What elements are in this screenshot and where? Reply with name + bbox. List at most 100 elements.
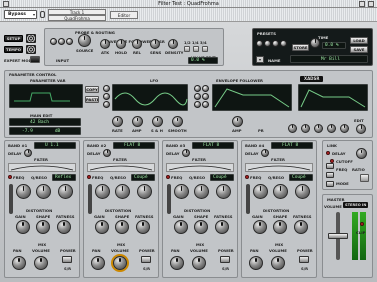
env-amp-knob[interactable] xyxy=(232,116,243,127)
band-mode-display[interactable]: Reflex xyxy=(52,174,76,181)
band-gain-knob[interactable] xyxy=(174,220,188,234)
band-power-switch[interactable] xyxy=(220,256,230,263)
band-power-switch[interactable] xyxy=(299,256,309,263)
band-freq-knob[interactable] xyxy=(253,184,268,199)
env-shape-icon[interactable] xyxy=(194,101,201,108)
lfo-rate-knob[interactable] xyxy=(112,116,123,127)
copy-button[interactable]: COPY xyxy=(85,86,99,93)
lfo-shape-icon[interactable] xyxy=(103,93,110,100)
link-freq-switch[interactable] xyxy=(326,181,334,187)
xadsr-knob-4[interactable] xyxy=(327,124,336,133)
band-freq-knob[interactable] xyxy=(174,184,189,199)
band-fatness-knob[interactable] xyxy=(215,220,229,234)
band-gain-knob[interactable] xyxy=(16,220,30,234)
lfo-shape-icon[interactable] xyxy=(103,101,110,108)
band-pan-knob[interactable] xyxy=(91,256,105,270)
band-reso-knob[interactable] xyxy=(194,184,209,199)
division-3-4-button[interactable] xyxy=(202,46,208,52)
band-delay-knob[interactable] xyxy=(103,149,111,157)
division-1-4-button[interactable] xyxy=(193,46,199,52)
band-fatness-knob[interactable] xyxy=(294,220,308,234)
zoom-icon[interactable] xyxy=(359,1,365,7)
band-mode-knob[interactable] xyxy=(137,184,152,199)
band-freq-knob[interactable] xyxy=(16,184,31,199)
band-volume-knob[interactable] xyxy=(192,256,206,270)
preset-slot-icon[interactable] xyxy=(280,40,287,47)
source-knob[interactable] xyxy=(78,34,91,47)
band-freq-knob[interactable] xyxy=(95,184,110,199)
band-pan-knob[interactable] xyxy=(249,256,263,270)
band-level-slider[interactable] xyxy=(246,184,250,214)
link-delay-switch[interactable] xyxy=(326,163,334,169)
band-gain-knob[interactable] xyxy=(253,220,267,234)
setup-button[interactable]: SETUP xyxy=(4,35,23,42)
band-fatness-knob[interactable] xyxy=(136,220,150,234)
plugin-selector[interactable]: QuadFrohma xyxy=(48,15,106,21)
master-volume-handle[interactable] xyxy=(328,233,348,239)
env-shape-icon[interactable] xyxy=(194,93,201,100)
xadsr-knob-5[interactable] xyxy=(340,124,349,133)
env-shape-icon[interactable] xyxy=(202,93,209,100)
preset-name-display[interactable]: Mr Bill xyxy=(290,55,368,63)
env-shape-icon[interactable] xyxy=(202,101,209,108)
band-reso-knob[interactable] xyxy=(36,184,51,199)
band-gain-knob[interactable] xyxy=(95,220,109,234)
stereo-mode-badge[interactable]: STEREO IN xyxy=(343,202,369,208)
value-edit-display[interactable]: 0.0 % xyxy=(188,57,218,64)
sample-hold-knob[interactable] xyxy=(152,116,163,127)
band-level-slider[interactable] xyxy=(9,184,13,214)
xadsr-knob-3[interactable] xyxy=(314,124,323,133)
lfo-amp-knob[interactable] xyxy=(132,116,143,127)
preset-options-icon[interactable]: ▾ xyxy=(256,56,264,63)
band-mode-knob[interactable] xyxy=(58,184,73,199)
density-knob[interactable] xyxy=(168,39,178,49)
atk-knob[interactable] xyxy=(100,39,110,49)
preset-slot-icon[interactable] xyxy=(256,40,263,47)
env-shape-icon[interactable] xyxy=(194,85,201,92)
hold-knob[interactable] xyxy=(116,39,126,49)
link-cutoff-switch[interactable] xyxy=(326,172,334,178)
band-mode-knob[interactable] xyxy=(216,184,231,199)
xadsr-knob-2[interactable] xyxy=(301,124,310,133)
band-delay-knob[interactable] xyxy=(182,149,190,157)
link-ratio-knob[interactable] xyxy=(356,148,367,159)
save-button[interactable]: SAVE xyxy=(350,46,368,53)
bypass-button[interactable]: Bypass ▾ xyxy=(4,10,37,19)
view-selector[interactable]: Editor xyxy=(110,11,138,19)
rel-knob[interactable] xyxy=(132,39,142,49)
band-shape-knob[interactable] xyxy=(273,220,287,234)
sens-knob[interactable] xyxy=(150,39,160,49)
preset-slot-icon[interactable] xyxy=(264,40,271,47)
edit-knob[interactable] xyxy=(356,124,366,134)
main-edit-display[interactable]: 42 Bach xyxy=(9,118,81,126)
division-1-2-button[interactable] xyxy=(184,46,190,52)
band-pan-knob[interactable] xyxy=(170,256,184,270)
band-mode-knob[interactable] xyxy=(295,184,310,199)
load-button[interactable]: LOAD xyxy=(350,37,368,44)
band-shape-knob[interactable] xyxy=(194,220,208,234)
smooth-knob[interactable] xyxy=(172,116,183,127)
band-level-slider[interactable] xyxy=(88,184,92,214)
collapse-icon[interactable] xyxy=(368,1,374,7)
band-fatness-knob[interactable] xyxy=(57,220,71,234)
band-volume-knob[interactable] xyxy=(113,256,127,270)
time-knob[interactable] xyxy=(310,38,320,48)
band-reso-knob[interactable] xyxy=(273,184,288,199)
store-button[interactable]: STORE xyxy=(292,44,309,51)
band-mode-display[interactable]: Coupé xyxy=(210,174,234,181)
band-level-slider[interactable] xyxy=(167,184,171,214)
band-reso-knob[interactable] xyxy=(115,184,130,199)
band-power-switch[interactable] xyxy=(141,256,151,263)
band-power-switch[interactable] xyxy=(62,256,72,263)
paste-button[interactable]: PASTE xyxy=(85,96,99,103)
band-pan-knob[interactable] xyxy=(12,256,26,270)
band-shape-knob[interactable] xyxy=(115,220,129,234)
env-shape-icon[interactable] xyxy=(202,85,209,92)
tempo-button[interactable]: TEMPO xyxy=(4,46,23,53)
band-shape-knob[interactable] xyxy=(36,220,50,234)
expert-mode-toggle[interactable] xyxy=(30,56,40,63)
preset-slot-icon[interactable] xyxy=(272,40,279,47)
band-delay-knob[interactable] xyxy=(261,149,269,157)
link-icon[interactable] xyxy=(40,11,45,18)
band-delay-knob[interactable] xyxy=(24,149,32,157)
